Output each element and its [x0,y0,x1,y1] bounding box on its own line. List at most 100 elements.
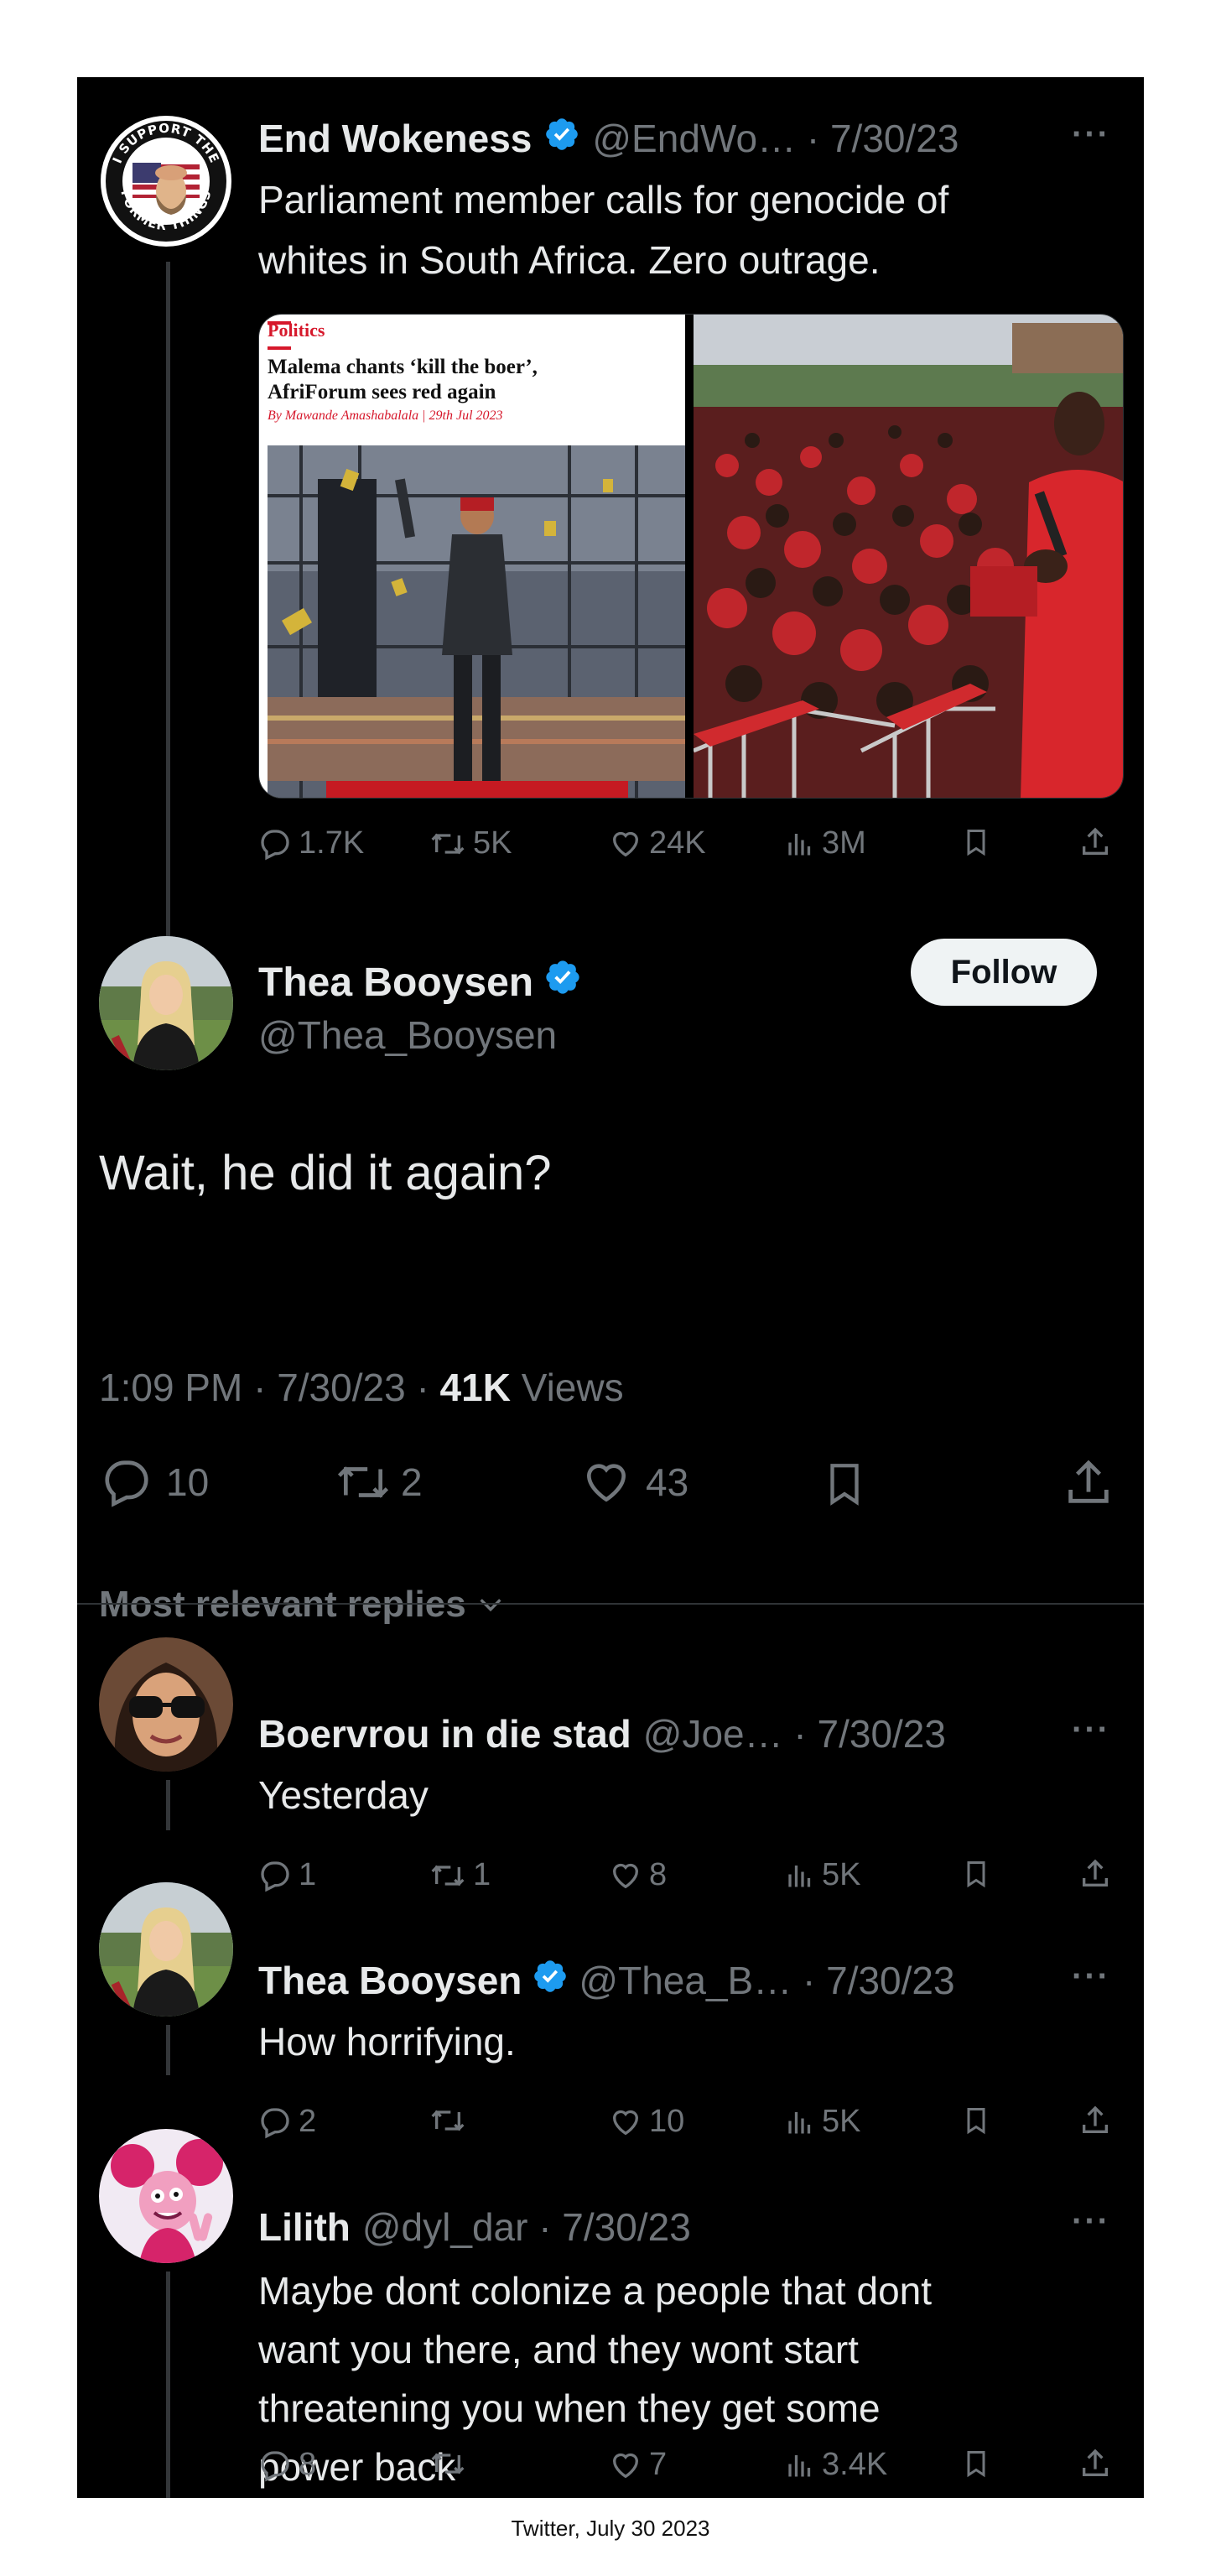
share-action[interactable] [1062,1456,1115,1510]
more-icon[interactable]: ··· [1072,2203,1110,2240]
views-icon [788,833,811,855]
share-icon [1083,2105,1108,2133]
thea-booysen-avatar[interactable] [99,1882,233,2017]
reply-text-line: want you there, and they wont start [258,2328,859,2371]
views-action[interactable]: 5K [785,2104,860,2140]
reply-header: Boervrou in die stad @Joe… · 7/30/23 [258,1706,946,1762]
focus-handle[interactable]: @Thea_Booysen [258,1010,557,1060]
like-action[interactable]: 10 [609,2104,684,2140]
more-icon[interactable]: ··· [1072,1958,1110,1996]
like-count: 8 [649,1857,668,1892]
reply-count: 1.7K [299,825,365,861]
bookmark-icon [967,1861,985,1888]
bookmark-action[interactable] [961,1857,991,1891]
share-action[interactable] [1078,2447,1112,2480]
handle-date[interactable]: @Thea_B… · 7/30/23 [579,1958,954,2003]
timestamp[interactable]: 1:09 PM · 7/30/23 · [99,1366,440,1409]
like-icon [612,1863,639,1888]
retweet-icon [431,1865,465,1886]
views-count: 5K [822,2104,861,2139]
screenshot-caption: Twitter, July 30 2023 [511,2516,710,2541]
retweet-action[interactable] [429,2104,473,2137]
svg-text:I SUPPORT THE: I SUPPORT THE [110,121,223,166]
reply-count: 2 [299,2104,317,2139]
lilith-avatar[interactable] [99,2129,233,2263]
thread-line [166,2272,170,2498]
follow-button[interactable]: Follow [911,939,1097,1006]
share-action[interactable] [1078,825,1112,859]
author-name[interactable]: End Wokeness [258,116,532,161]
like-action[interactable]: 43 [579,1456,688,1508]
focus-tweet-text: Wait, he did it again? [99,1146,552,1200]
end-wokeness-avatar[interactable]: I SUPPORT THE FORMER THINGS [99,114,233,248]
retweet-count: 1 [473,1857,491,1892]
article-byline: By Mawande Amashabalala | 29th Jul 2023 [268,409,503,423]
views-action[interactable]: 5K [785,1857,860,1893]
reply-action[interactable]: 10 [99,1456,209,1508]
reply-icon [261,829,289,860]
media-article-screenshot[interactable]: Politics Malema chants ‘kill the boer’, … [259,315,685,798]
views-action[interactable]: 3M [785,825,866,861]
svg-text:FORMER THINGS: FORMER THINGS [117,188,214,233]
reply-action[interactable]: 8 [258,2447,316,2483]
views-action[interactable]: 3.4K [785,2447,887,2483]
sort-replies-dropdown[interactable]: Most relevant replies [99,1584,505,1626]
sort-replies-label: Most relevant replies [99,1584,466,1625]
avatar-text-bottom: FORMER THINGS [117,188,213,233]
thea-booysen-avatar[interactable] [99,936,233,1070]
bookmark-action[interactable] [961,2447,991,2480]
author-name[interactable]: Boervrou in die stad [258,1711,631,1756]
like-action[interactable]: 24K [609,825,706,861]
like-action[interactable]: 7 [609,2447,667,2483]
handle-date[interactable]: @dyl_dar · 7/30/23 [362,2204,691,2250]
share-icon [1068,1460,1109,1503]
retweet-action[interactable]: 1 [429,1857,491,1893]
reply-icon [105,1460,148,1507]
article-headline: Malema chants ‘kill the boer’, AfriForum… [268,355,538,405]
bookmark-action[interactable] [820,1456,869,1512]
media-crowd-photo[interactable] [694,315,1123,798]
focus-tweet-header: Thea Booysen [258,955,582,1010]
media-grid[interactable]: Politics Malema chants ‘kill the boer’, … [258,314,1124,799]
bookmark-icon [830,1464,859,1506]
views-count: 5K [822,1857,861,1892]
reply-action[interactable]: 1.7K [258,825,364,861]
author-name[interactable]: Thea Booysen [258,960,533,1006]
like-icon [612,831,639,856]
reply-action[interactable]: 2 [258,2104,316,2140]
main-tweet-text-line: whites in South Africa. Zero outrage. [258,238,881,282]
share-action[interactable] [1078,2104,1112,2137]
bookmark-action[interactable] [961,2104,991,2137]
retweet-action[interactable]: 2 [334,1456,423,1508]
share-action[interactable] [1078,1857,1112,1891]
reply-count: 8 [299,2447,317,2482]
handle-date[interactable]: @EndWo… · 7/30/23 [592,116,959,161]
retweet-count: 5K [473,825,512,861]
share-icon [1083,2449,1108,2476]
bookmark-icon [967,2108,985,2135]
retweet-action[interactable]: 5K [429,825,512,861]
retweet-icon [337,1466,389,1498]
reply-icon [261,1860,289,1892]
bookmark-action[interactable] [961,825,991,859]
share-icon [1083,827,1108,855]
reply-count: 1 [299,1857,317,1892]
main-tweet-text-line: Parliament member calls for genocide of [258,178,949,221]
more-icon[interactable]: ··· [1072,1711,1110,1749]
handle-date[interactable]: @Joe… · 7/30/23 [643,1711,946,1756]
author-name[interactable]: Lilith [258,2204,351,2250]
retweet-action[interactable] [429,2447,473,2480]
retweet-icon [431,2110,465,2131]
author-name[interactable]: Thea Booysen [258,1958,522,2003]
views-icon [788,2111,811,2133]
reply-text: Yesterday [258,1773,429,1817]
thread-line [166,1780,170,1830]
like-count: 10 [649,2104,685,2139]
more-icon[interactable]: ··· [1072,116,1110,154]
reply-action[interactable]: 1 [258,1857,316,1893]
like-action[interactable]: 8 [609,1857,667,1893]
like-icon [587,1464,626,1502]
boervrou-avatar[interactable] [99,1637,233,1772]
retweet-icon [431,2453,465,2475]
share-icon [1083,1859,1108,1886]
